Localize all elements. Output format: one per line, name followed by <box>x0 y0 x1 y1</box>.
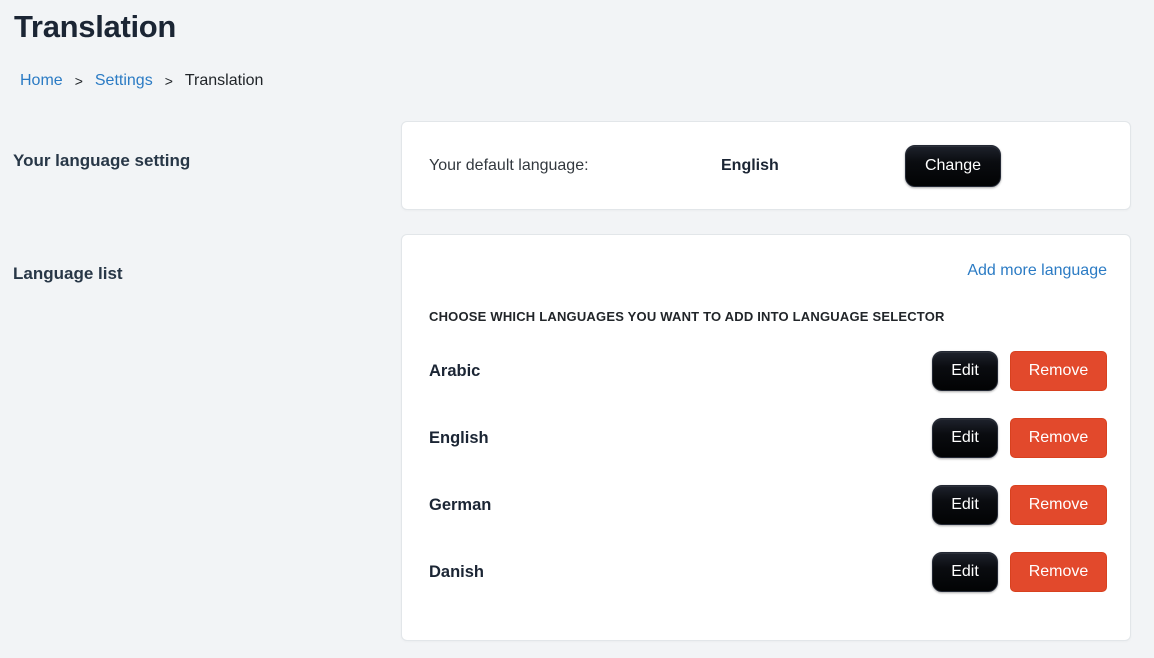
breadcrumb-current: Translation <box>184 72 264 89</box>
language-list-heading: CHOOSE WHICH LANGUAGES YOU WANT TO ADD I… <box>429 309 945 324</box>
breadcrumb: Home > Settings > Translation <box>20 72 1154 90</box>
language-name: English <box>429 428 489 447</box>
language-name: Arabic <box>429 361 481 380</box>
row-actions: Edit Remove <box>932 418 1107 458</box>
breadcrumb-separator: > <box>74 73 83 89</box>
page-title: Translation <box>14 9 177 44</box>
default-language-value: English <box>721 156 779 174</box>
add-more-language-link[interactable]: Add more language <box>967 262 1107 280</box>
edit-button[interactable]: Edit <box>932 351 998 391</box>
language-name: Danish <box>429 562 485 581</box>
language-row: Danish Edit Remove <box>429 552 1107 592</box>
row-actions: Edit Remove <box>932 485 1107 525</box>
language-row: Arabic Edit Remove <box>429 351 1107 391</box>
default-language-label: Your default language: <box>429 156 589 174</box>
default-language-card: Your default language: English Change <box>401 121 1131 210</box>
remove-button[interactable]: Remove <box>1010 351 1107 391</box>
breadcrumb-home-link[interactable]: Home <box>20 72 63 90</box>
section-label-language-list: Language list <box>13 264 123 283</box>
edit-button[interactable]: Edit <box>932 418 998 458</box>
remove-button[interactable]: Remove <box>1010 485 1107 525</box>
language-list-card: Add more language CHOOSE WHICH LANGUAGES… <box>401 234 1131 641</box>
breadcrumb-settings-link[interactable]: Settings <box>95 72 153 90</box>
remove-button[interactable]: Remove <box>1010 552 1107 592</box>
row-actions: Edit Remove <box>932 351 1107 391</box>
remove-button[interactable]: Remove <box>1010 418 1107 458</box>
change-button[interactable]: Change <box>905 144 1001 187</box>
language-row: English Edit Remove <box>429 418 1107 458</box>
edit-button[interactable]: Edit <box>932 485 998 525</box>
language-name: German <box>429 495 492 514</box>
breadcrumb-separator: > <box>164 73 173 89</box>
content-grid: Your language setting Your default langu… <box>0 121 1154 641</box>
edit-button[interactable]: Edit <box>932 552 998 592</box>
section-label-language-setting: Your language setting <box>13 151 191 170</box>
language-list-header: Add more language <box>429 262 1107 280</box>
language-row: German Edit Remove <box>429 485 1107 525</box>
row-actions: Edit Remove <box>932 552 1107 592</box>
